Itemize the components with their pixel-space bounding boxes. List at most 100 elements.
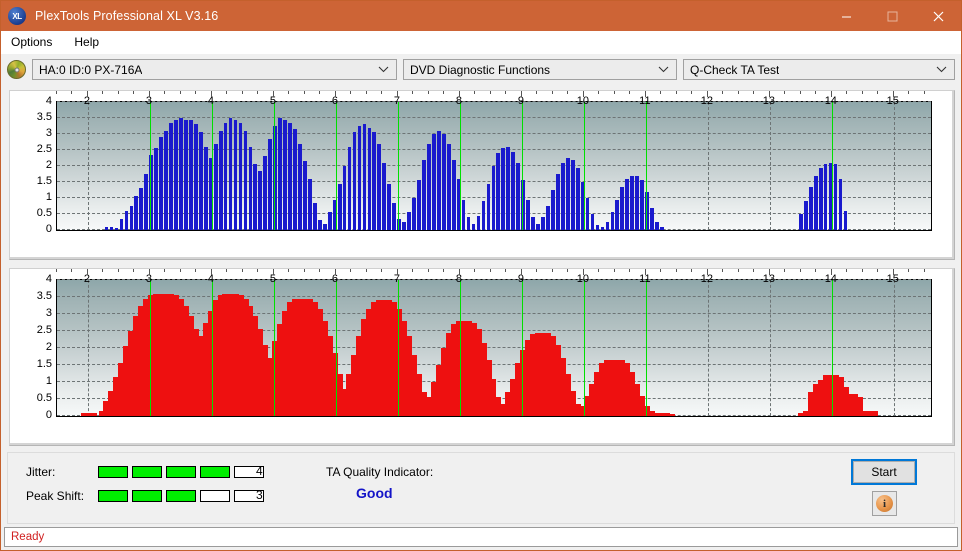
chart-bar xyxy=(81,412,98,416)
x-axis-tick xyxy=(148,269,150,275)
sector-marker-line xyxy=(397,102,400,230)
y-axis-tick-label: 3.5 xyxy=(36,111,52,123)
x-axis-tick xyxy=(582,269,584,275)
test-select-value: Q-Check TA Test xyxy=(689,62,780,77)
x-axis-tick xyxy=(458,269,460,275)
ta-quality-indicator-label: TA Quality Indicator: xyxy=(326,465,434,479)
x-axis-tick xyxy=(660,269,662,272)
device-select-value: HA:0 ID:0 PX-716A xyxy=(39,62,143,77)
chart-bar xyxy=(803,201,808,230)
chart-bar xyxy=(481,201,486,230)
x-axis-tick xyxy=(303,91,305,94)
x-axis-tick xyxy=(830,91,832,97)
meter-segment xyxy=(166,490,196,502)
x-axis-tick xyxy=(768,269,770,275)
grid-line-horizontal xyxy=(57,117,931,118)
minimize-icon[interactable] xyxy=(823,1,869,31)
y-axis-tick-label: 2.5 xyxy=(36,143,52,155)
app-window: XL PlexTools Professional XL V3.16 Optio… xyxy=(0,0,962,551)
x-axis-tick xyxy=(226,269,228,272)
chart-bar xyxy=(298,143,302,230)
chart-bar xyxy=(134,196,139,230)
x-axis-tick xyxy=(210,91,212,97)
x-axis-tick xyxy=(830,269,832,275)
chart-bar xyxy=(283,119,287,230)
test-select[interactable]: Q-Check TA Test xyxy=(682,59,955,80)
chart-bar xyxy=(461,199,466,230)
chart-bar xyxy=(635,175,640,230)
x-axis-tick xyxy=(350,269,352,272)
menu-item-options[interactable]: Options xyxy=(9,35,62,49)
chart-bar xyxy=(387,183,392,230)
chart-bar xyxy=(471,223,476,230)
chart-bar xyxy=(278,118,283,230)
chart-bar xyxy=(862,410,879,416)
x-axis-tick xyxy=(443,91,445,94)
x-axis-tick xyxy=(923,269,925,272)
y-axis-tick-label: 1 xyxy=(45,191,52,203)
x-axis-tick xyxy=(257,269,259,272)
x-axis-tick xyxy=(365,269,367,272)
chart-bar xyxy=(114,228,119,230)
y-axis-tick-label: 0.5 xyxy=(36,207,52,219)
start-button[interactable]: Start xyxy=(851,459,917,485)
x-axis-tick xyxy=(365,91,367,94)
x-axis-tick xyxy=(133,91,135,94)
chart-bar xyxy=(610,212,615,230)
y-axis-tick-label: 3 xyxy=(45,127,52,139)
device-select[interactable]: HA:0 ID:0 PX-716A xyxy=(32,59,397,80)
x-axis-tick xyxy=(799,91,801,94)
x-axis-tick xyxy=(706,269,708,275)
chart-bar xyxy=(193,124,198,230)
chevron-down-icon xyxy=(658,60,669,79)
x-axis-tick xyxy=(319,269,321,272)
chart-bar xyxy=(308,178,312,230)
optical-disc-icon xyxy=(7,60,26,79)
info-button[interactable]: i xyxy=(872,491,897,516)
maximize-icon[interactable] xyxy=(869,1,915,31)
grid-line-vertical xyxy=(893,280,895,416)
grid-line-vertical xyxy=(707,280,709,416)
y-axis-tick-label: 4 xyxy=(45,273,52,285)
y-axis-tick-label: 3 xyxy=(45,307,52,319)
chart-bar xyxy=(407,212,411,230)
chart-bar xyxy=(124,210,129,230)
x-axis-tick xyxy=(179,269,181,272)
x-axis-tick xyxy=(412,91,414,94)
x-axis-tick xyxy=(195,269,197,272)
close-icon[interactable] xyxy=(915,1,961,31)
x-axis-tick xyxy=(443,269,445,272)
meter-segment xyxy=(132,490,162,502)
function-select[interactable]: DVD Diagnostic Functions xyxy=(402,59,677,80)
x-axis-tick xyxy=(877,269,879,272)
chart-bar xyxy=(243,130,248,230)
y-axis-tick-label: 2 xyxy=(45,159,52,171)
x-axis-tick xyxy=(56,269,57,272)
title-bar: XL PlexTools Professional XL V3.16 xyxy=(1,1,961,31)
sector-marker-line xyxy=(397,280,400,416)
chart-bar xyxy=(213,143,218,230)
chart-bar xyxy=(560,162,565,230)
x-axis-tick xyxy=(815,269,817,272)
jitter-chart-panel: 0 0.5 1 1.5 2 2.5 3 3.5 4 2 3 4 5 6 7 8 9 10 11 12 13 14 15 xyxy=(9,90,955,260)
chart-bar xyxy=(436,130,441,230)
peak-shift-chart-plot xyxy=(56,279,932,417)
meter-segment xyxy=(132,466,162,478)
sector-marker-line xyxy=(335,280,338,416)
x-axis-tick xyxy=(117,269,119,272)
menu-item-help[interactable]: Help xyxy=(72,35,109,49)
peak-shift-label: Peak Shift: xyxy=(26,489,85,503)
x-axis-tick xyxy=(753,269,755,272)
x-axis-tick xyxy=(737,269,739,272)
meter-segment xyxy=(200,466,230,478)
chart-bar xyxy=(813,175,818,230)
x-axis-tick xyxy=(846,91,848,94)
y-axis-tick-label: 2 xyxy=(45,341,52,353)
x-axis-tick xyxy=(520,91,522,97)
toolbar: HA:0 ID:0 PX-716A DVD Diagnostic Functio… xyxy=(1,54,961,85)
x-axis-tick xyxy=(288,269,290,272)
x-axis-tick xyxy=(272,269,274,275)
x-axis-tick xyxy=(241,269,243,272)
x-axis-tick xyxy=(706,91,708,97)
x-axis-tick xyxy=(458,91,460,97)
